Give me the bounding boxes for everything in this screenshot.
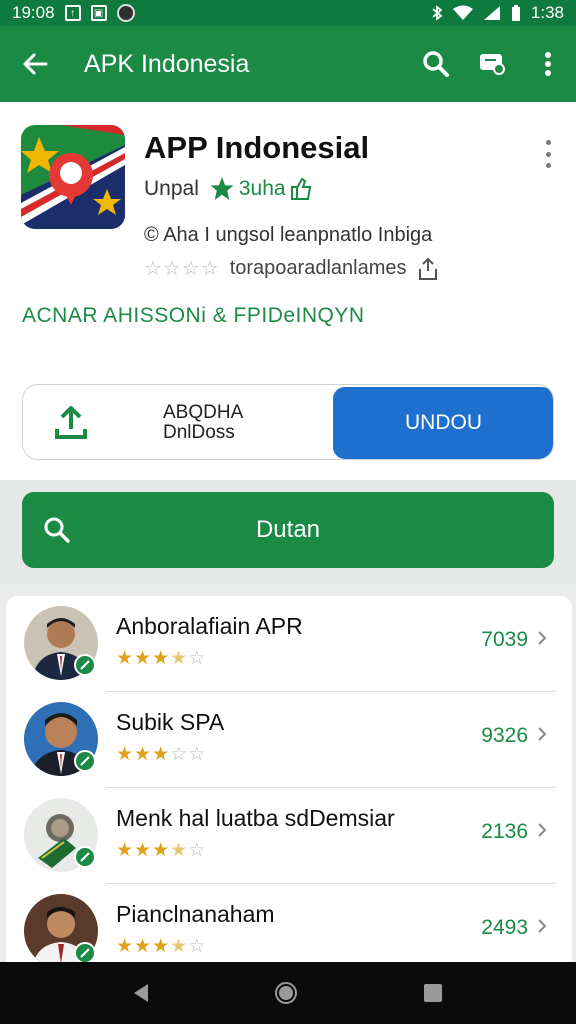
list-item-name: Pianclnanaham <box>116 901 275 927</box>
overflow-dot <box>545 163 551 168</box>
chevron-right-icon <box>534 722 550 746</box>
cast-icon <box>480 54 505 75</box>
verified-badge-icon <box>74 846 96 868</box>
upload-notification-icon: ↑ <box>64 5 81 21</box>
rating-stars: ★★★☆☆ <box>116 744 207 765</box>
thumbs-up-icon <box>290 177 311 200</box>
status-time-right: 1:38 <box>530 3 564 22</box>
status-bar: 19:08 ↑ ▣ 1:38 <box>0 0 576 26</box>
app-list: Anboralafiain APR ★★★★☆ 7039 Subik SPA ★… <box>6 596 572 964</box>
empty-stars: ☆☆☆☆ <box>144 258 220 280</box>
developer-name: Unpal <box>144 176 199 200</box>
share-label-line1: ABQDHA <box>163 402 244 423</box>
app-description: © Aha I ungsol leanpnatlo Inbiga <box>144 224 433 246</box>
wifi-icon <box>452 5 473 20</box>
list-item[interactable]: Subik SPA ★★★☆☆ 9326 <box>6 692 572 788</box>
overflow-dot <box>545 151 551 157</box>
status-time: 19:08 <box>12 3 55 22</box>
app-bar: APK Indonesia <box>0 26 576 102</box>
rating-stars: ★★★★☆ <box>116 840 207 861</box>
more-options-button[interactable] <box>520 26 576 102</box>
chevron-right-icon <box>534 626 550 650</box>
rating-label: 3uha <box>238 176 286 200</box>
status-right: 1:38 <box>431 3 564 23</box>
search-action-label: Dutan <box>255 516 321 543</box>
nav-recents-icon[interactable] <box>424 984 443 1002</box>
back-button[interactable] <box>0 26 70 102</box>
developer-rating: 3uha <box>209 176 312 201</box>
share-label: ABQDHA DnlDoss <box>163 403 243 443</box>
app-name: APP Indonesial <box>144 130 370 165</box>
verified-badge-icon <box>74 654 96 676</box>
list-item-count: 2136 <box>481 820 528 843</box>
search-action-button[interactable]: Dutan <box>22 492 554 568</box>
app-overflow-button[interactable] <box>536 138 560 170</box>
share-small-icon <box>418 257 437 280</box>
action-button-group: ABQDHA DnlDoss UNDOU <box>22 384 554 460</box>
share-label-line2: DnlDoss <box>163 422 235 443</box>
list-item-count: 2493 <box>481 916 528 939</box>
verified-badge-icon <box>74 750 96 772</box>
download-button[interactable]: UNDOU <box>333 387 553 459</box>
share-button[interactable]: ABQDHA DnlDoss <box>23 385 333 459</box>
rating-stars: ★★★★☆ <box>116 936 207 957</box>
nav-home-icon[interactable] <box>274 982 297 1004</box>
bluetooth-icon <box>432 5 443 21</box>
more-vert-icon <box>545 52 551 76</box>
list-item-count: 9326 <box>481 724 528 747</box>
rating-text: torapoaradlanlames <box>229 257 407 279</box>
list-item[interactable]: Menk hal luatba sdDemsiar ★★★★☆ 2136 <box>6 788 572 884</box>
app-bar-title: APK Indonesia <box>84 49 250 78</box>
list-item-count: 7039 <box>481 628 528 651</box>
verified-badge-icon <box>74 942 96 964</box>
rating-stars: ★★★★☆ <box>116 648 207 669</box>
battery-icon <box>511 5 520 21</box>
list-item-name: Anboralafiain APR <box>116 613 303 639</box>
app-notification-icon <box>116 4 135 22</box>
chevron-right-icon <box>534 914 550 938</box>
status-left: 19:08 ↑ ▣ <box>12 3 135 23</box>
back-arrow-icon <box>23 53 48 75</box>
star-icon <box>210 177 234 200</box>
list-item[interactable]: Pianclnanaham ★★★★☆ 2493 <box>6 884 572 964</box>
app-logo-icon <box>21 125 125 229</box>
upload-icon <box>51 403 91 443</box>
chevron-right-icon <box>534 818 550 842</box>
image-notification-icon: ▣ <box>90 5 107 21</box>
developer-row: Unpal 3uha <box>144 176 312 201</box>
cast-button[interactable] <box>464 26 520 102</box>
list-item[interactable]: Anboralafiain APR ★★★★☆ 7039 <box>6 596 572 692</box>
search-button[interactable] <box>408 26 464 102</box>
cta-text[interactable]: ACNAR AHISSONi & FPIDeINQYN <box>22 304 365 328</box>
rating-row: ☆☆☆☆ torapoaradlanlames <box>144 256 439 281</box>
system-nav-bar <box>0 962 576 1024</box>
signal-icon <box>483 6 500 20</box>
search-icon <box>423 51 449 77</box>
nav-back-icon[interactable] <box>133 984 148 1002</box>
overflow-dot <box>545 140 551 145</box>
list-item-name: Subik SPA <box>116 709 225 735</box>
search-icon <box>22 516 92 544</box>
list-item-name: Menk hal luatba sdDemsiar <box>116 805 395 831</box>
